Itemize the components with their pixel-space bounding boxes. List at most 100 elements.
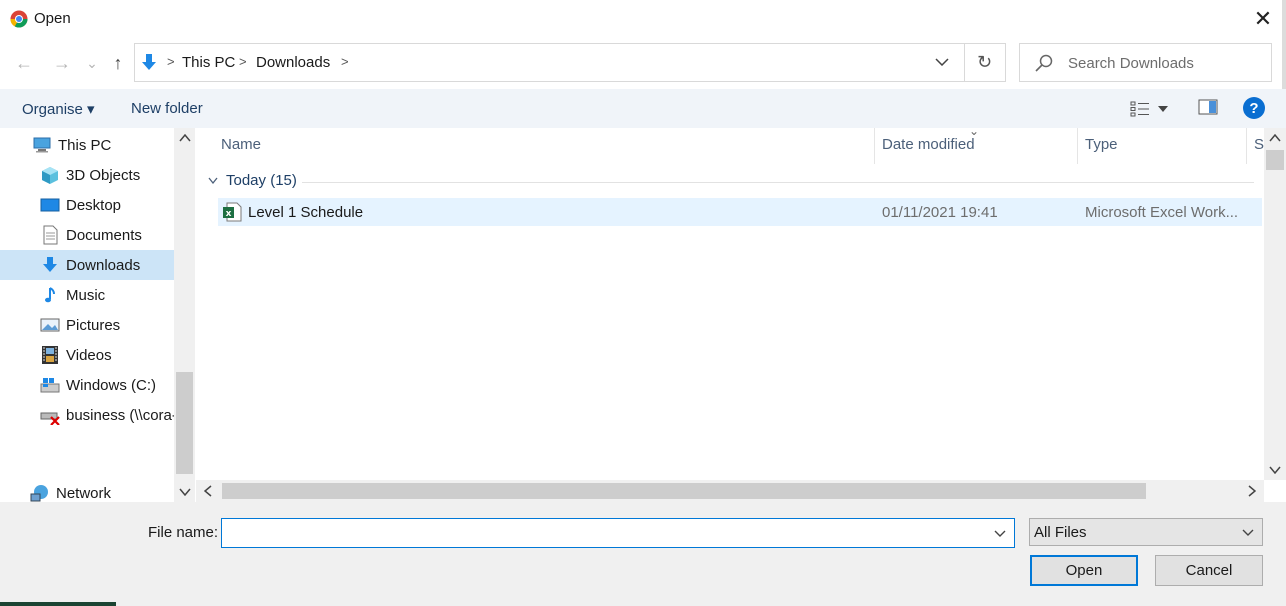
sidebar-item-label: business (\\cora- <box>66 406 174 424</box>
help-button[interactable]: ? <box>1243 97 1265 119</box>
column-header-type[interactable]: Type <box>1085 136 1118 153</box>
film-icon <box>42 346 58 364</box>
sidebar-item-label: Videos <box>66 346 112 364</box>
excel-file-icon: x <box>223 202 242 222</box>
breadcrumb-downloads[interactable]: Downloads <box>256 54 330 71</box>
vertical-scroll-thumb[interactable] <box>1266 150 1284 170</box>
network-icon <box>30 485 48 502</box>
file-name-combobox[interactable] <box>221 518 1015 548</box>
chevron-down-icon[interactable] <box>930 50 954 74</box>
dialog-footer: File name: All Files Open Cancel <box>0 502 1286 606</box>
details-view-icon <box>1130 101 1149 117</box>
download-icon <box>43 257 57 272</box>
organise-button[interactable]: Organise ▾ <box>22 100 95 118</box>
chevron-down-icon[interactable] <box>1238 522 1258 542</box>
file-name-input[interactable] <box>226 523 986 543</box>
caret-down-icon <box>1158 106 1168 112</box>
network-drive-disconnected-icon <box>40 412 60 425</box>
cube-icon <box>42 167 58 184</box>
sidebar-item-label: Windows (C:) <box>66 376 157 394</box>
column-header-size[interactable]: S <box>1254 136 1264 153</box>
file-date-cell: 01/11/2021 19:41 <box>882 204 998 221</box>
new-folder-button[interactable]: New folder <box>131 100 203 117</box>
close-button[interactable]: ✕ <box>1240 2 1286 36</box>
sidebar-item-label: Music <box>66 286 106 304</box>
sidebar-item-label: Network <box>56 484 112 502</box>
chrome-app-icon <box>10 10 28 28</box>
sidebar-item-label: 3D Objects <box>66 166 141 184</box>
picture-icon <box>40 318 60 332</box>
command-toolbar: Organise ▾ New folder ? <box>0 89 1286 128</box>
sidebar-scrollbar[interactable] <box>174 128 195 502</box>
sidebar-item-label: Downloads <box>66 256 141 274</box>
sidebar-item-downloads[interactable]: Downloads <box>0 250 174 280</box>
title-bar: Open ✕ <box>0 0 1286 38</box>
sidebar-item-documents[interactable]: Documents <box>0 220 174 250</box>
cancel-button[interactable]: Cancel <box>1155 555 1263 586</box>
chevron-up-icon[interactable] <box>174 128 195 148</box>
sidebar-item-desktop[interactable]: Desktop <box>0 190 174 220</box>
search-input[interactable] <box>1068 52 1263 74</box>
horizontal-scroll-thumb[interactable] <box>222 483 1146 499</box>
table-row[interactable]: x Level 1 Schedule 01/11/2021 19:41 Micr… <box>218 198 1262 226</box>
file-list-vertical-scrollbar[interactable] <box>1264 128 1286 480</box>
preview-pane-icon[interactable] <box>1198 98 1220 120</box>
open-button[interactable]: Open <box>1030 555 1138 586</box>
chevron-right-icon[interactable]: > <box>341 54 349 69</box>
file-name-label: File name: <box>148 524 219 541</box>
sidebar-item-label: Pictures <box>66 316 121 334</box>
document-icon <box>43 225 58 245</box>
navigation-pane: This PC 3D Objects Desktop Documents Dow… <box>0 128 195 502</box>
group-label: Today (15) <box>226 172 297 189</box>
recent-locations-button[interactable]: ⌄ <box>80 48 104 78</box>
sidebar-item-business-network-drive[interactable]: business (\\cora- <box>0 400 174 430</box>
file-type-cell: Microsoft Excel Work... <box>1085 204 1239 221</box>
sidebar-item-label: Desktop <box>66 196 122 214</box>
search-icon <box>1034 53 1054 73</box>
svg-text:x: x <box>226 209 232 219</box>
file-list: Name ⌄ Date modified Type S Today (15) x… <box>196 124 1286 502</box>
sidebar-item-3d-objects[interactable]: 3D Objects <box>0 160 174 190</box>
chevron-right-icon[interactable]: > <box>239 54 247 69</box>
group-header-today[interactable]: Today (15) <box>208 172 297 189</box>
file-list-horizontal-scrollbar[interactable] <box>196 480 1264 502</box>
drive-icon <box>40 378 60 393</box>
group-divider <box>302 182 1254 183</box>
file-name-cell: Level 1 Schedule <box>248 204 364 221</box>
back-button[interactable]: ← <box>10 48 38 78</box>
chevron-down-icon <box>208 177 218 184</box>
column-divider[interactable] <box>1246 128 1247 164</box>
chevron-down-icon[interactable] <box>990 523 1010 543</box>
chevron-left-icon[interactable] <box>200 483 216 499</box>
breadcrumb-this-pc[interactable]: This PC <box>182 54 235 71</box>
sidebar-item-label: This PC <box>58 136 112 154</box>
sidebar-item-this-pc[interactable]: This PC <box>0 130 174 160</box>
up-button[interactable]: ↑ <box>104 48 132 78</box>
sidebar-item-videos[interactable]: Videos <box>0 340 174 370</box>
sidebar-item-label: Documents <box>66 226 142 244</box>
column-divider[interactable] <box>1077 128 1078 164</box>
chevron-right-icon[interactable]: > <box>167 54 175 69</box>
chevron-up-icon[interactable] <box>1264 128 1286 148</box>
window-title: Open <box>34 10 71 27</box>
sidebar-item-pictures[interactable]: Pictures <box>0 310 174 340</box>
chevron-right-icon[interactable] <box>1244 483 1260 499</box>
column-divider[interactable] <box>874 128 875 164</box>
chevron-down-icon[interactable] <box>1264 460 1286 480</box>
forward-button[interactable]: → <box>48 48 76 78</box>
search-box[interactable] <box>1019 43 1272 82</box>
desktop-icon <box>40 198 60 212</box>
column-header-name[interactable]: Name <box>221 136 261 153</box>
sidebar-item-music[interactable]: Music <box>0 280 174 310</box>
address-bar[interactable]: > This PC > Downloads > <box>134 43 965 82</box>
chevron-down-icon[interactable] <box>174 482 195 502</box>
refresh-button[interactable]: ↻ <box>964 43 1006 82</box>
file-type-filter-select[interactable]: All Files <box>1029 518 1263 546</box>
change-view-button[interactable] <box>1130 98 1176 120</box>
file-type-filter-value: All Files <box>1034 524 1087 541</box>
taskbar-edge <box>0 602 116 606</box>
column-header-date-modified[interactable]: Date modified <box>882 136 975 153</box>
sidebar-scroll-thumb[interactable] <box>176 372 193 474</box>
music-note-icon <box>45 287 55 303</box>
sidebar-item-windows-c[interactable]: Windows (C:) <box>0 370 174 400</box>
